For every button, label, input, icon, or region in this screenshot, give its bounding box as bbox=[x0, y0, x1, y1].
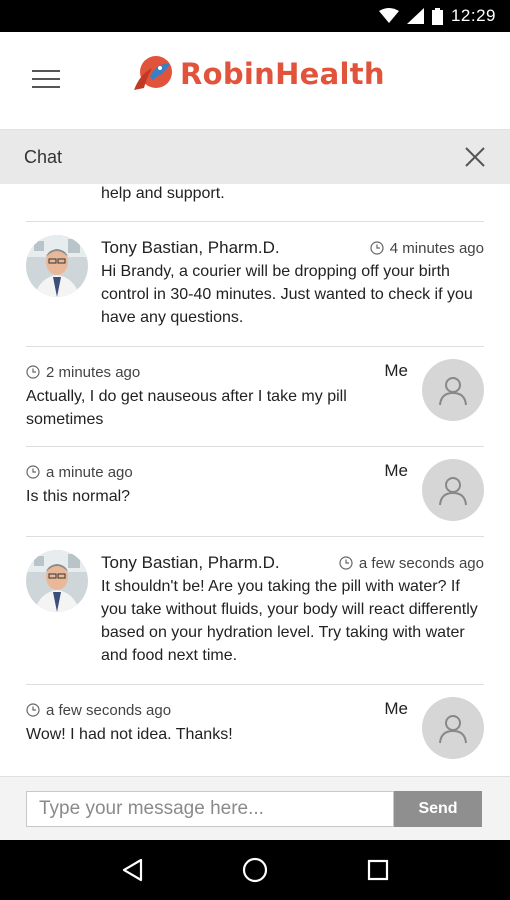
message-composer: Send bbox=[0, 776, 510, 840]
sender-name: Tony Bastian, Pharm.D. bbox=[101, 553, 280, 572]
message-item: Tony Bastian, Pharm.D. a few seconds ago… bbox=[26, 537, 484, 685]
wifi-icon bbox=[378, 8, 399, 23]
close-icon[interactable] bbox=[464, 146, 486, 168]
sender-name: Me bbox=[384, 699, 408, 718]
clock-icon bbox=[26, 465, 40, 479]
message-item: Tony Bastian, Pharm.D. 4 minutes ago Hi … bbox=[26, 222, 484, 347]
message-timestamp: 4 minutes ago bbox=[370, 240, 484, 257]
battery-icon bbox=[431, 7, 443, 25]
pharmacist-avatar bbox=[26, 550, 88, 612]
message-timestamp: a few seconds ago bbox=[26, 702, 171, 719]
message-timestamp: 2 minutes ago bbox=[26, 364, 140, 381]
clock-icon bbox=[370, 241, 384, 255]
user-avatar-icon bbox=[422, 459, 484, 521]
home-icon[interactable] bbox=[235, 850, 275, 890]
sender-name: Tony Bastian, Pharm.D. bbox=[101, 238, 280, 257]
hamburger-menu-icon[interactable] bbox=[32, 70, 60, 90]
message-fragment: help and support. bbox=[26, 184, 484, 222]
sender-name: Me bbox=[384, 461, 408, 480]
clock-icon bbox=[339, 556, 353, 570]
status-bar: 12:29 bbox=[0, 0, 510, 32]
status-time: 12:29 bbox=[450, 6, 496, 25]
clock-icon bbox=[26, 365, 40, 379]
message-text: Is this normal? bbox=[26, 488, 131, 505]
chat-title: Chat bbox=[24, 146, 63, 167]
message-text: help and support. bbox=[101, 185, 225, 202]
message-item: a few seconds ago Me Wow! I had not idea… bbox=[26, 685, 484, 776]
navigation-bar bbox=[0, 840, 510, 900]
message-item: a minute ago Me Is this normal? bbox=[26, 447, 484, 537]
app-header: RobinHealth bbox=[0, 32, 510, 130]
signal-icon bbox=[406, 8, 424, 24]
chat-header: Chat bbox=[0, 130, 510, 184]
message-input[interactable] bbox=[26, 791, 394, 827]
user-avatar-icon bbox=[422, 697, 484, 759]
back-icon[interactable] bbox=[112, 850, 152, 890]
message-item: 2 minutes ago Me Actually, I do get naus… bbox=[26, 347, 484, 447]
brand-logo: RobinHealth bbox=[130, 54, 385, 94]
message-list[interactable]: help and support. Tony Bastian, Pharm.D. bbox=[0, 184, 510, 776]
pharmacist-avatar bbox=[26, 235, 88, 297]
message-timestamp: a minute ago bbox=[26, 464, 133, 481]
message-text: Wow! I had not idea. Thanks! bbox=[26, 726, 233, 743]
send-button[interactable]: Send bbox=[394, 791, 482, 827]
sender-name: Me bbox=[384, 361, 408, 380]
clock-icon bbox=[26, 703, 40, 717]
brand-name: RobinHealth bbox=[180, 57, 385, 91]
user-avatar-icon bbox=[422, 359, 484, 421]
message-text: It shouldn't be! Are you taking the pill… bbox=[101, 578, 478, 664]
message-text: Hi Brandy, a courier will be dropping of… bbox=[101, 263, 473, 326]
robin-bird-icon bbox=[134, 56, 172, 90]
message-text: Actually, I do get nauseous after I take… bbox=[26, 388, 347, 428]
message-timestamp: a few seconds ago bbox=[339, 555, 484, 572]
recents-icon[interactable] bbox=[358, 850, 398, 890]
